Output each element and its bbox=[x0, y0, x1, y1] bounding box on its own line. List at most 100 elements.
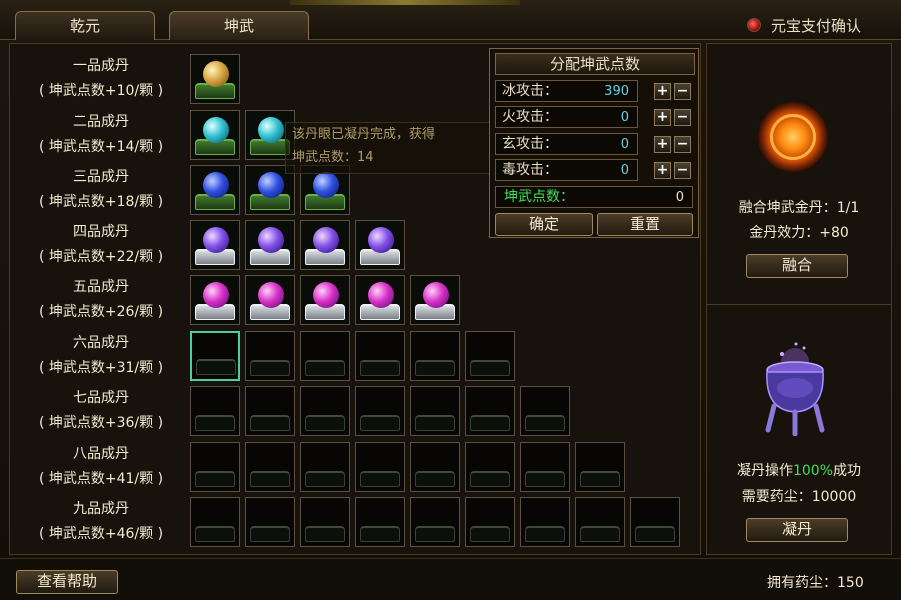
pill-slot-filled[interactable] bbox=[190, 165, 240, 215]
pill-slot-filled[interactable] bbox=[190, 220, 240, 270]
row-name: 七品成丹 bbox=[73, 390, 129, 406]
pill-slot-empty[interactable] bbox=[410, 442, 460, 492]
pill-slot-empty[interactable] bbox=[355, 386, 405, 436]
pill-slot-empty[interactable] bbox=[520, 386, 570, 436]
pill-orb-icon bbox=[203, 61, 229, 87]
tooltip-line1: 该丹眼已凝丹完成，获得 bbox=[292, 127, 436, 142]
pill-tray bbox=[415, 360, 455, 376]
poison-plus-button[interactable]: + bbox=[654, 162, 671, 179]
pill-slot-empty[interactable] bbox=[245, 331, 295, 381]
allocation-panel: 分配坤武点数 冰攻击： 390 + − 火攻击： 0 + − 玄攻击： 0 + … bbox=[489, 48, 699, 238]
tab-qianyuan[interactable]: 乾元 bbox=[15, 11, 155, 40]
fire-attack-label: 火攻击： bbox=[502, 109, 558, 125]
pill-slot-empty[interactable] bbox=[245, 497, 295, 547]
pill-slot-empty[interactable] bbox=[355, 497, 405, 547]
payment-confirm-toggle[interactable]: 元宝支付确认 bbox=[747, 14, 861, 36]
pill-slot-empty[interactable] bbox=[355, 442, 405, 492]
fire-plus-button[interactable]: + bbox=[654, 109, 671, 126]
pill-slot-empty[interactable] bbox=[520, 442, 570, 492]
payment-confirm-label: 元宝支付确认 bbox=[771, 16, 862, 35]
pill-slot-empty[interactable] bbox=[190, 331, 240, 381]
row-name: 八品成丹 bbox=[73, 446, 129, 462]
pill-tray bbox=[305, 526, 345, 542]
pill-slot-empty[interactable] bbox=[300, 386, 350, 436]
pill-slot-empty[interactable] bbox=[410, 331, 460, 381]
row-bonus: ( 坤武点数+22/颗 ) bbox=[38, 249, 164, 265]
row-bonus: ( 坤武点数+18/颗 ) bbox=[38, 194, 164, 210]
pill-slot-filled[interactable] bbox=[300, 220, 350, 270]
pill-slot-filled[interactable] bbox=[245, 275, 295, 325]
pill-slot-empty[interactable] bbox=[465, 442, 515, 492]
pill-slot-empty[interactable] bbox=[465, 386, 515, 436]
pill-slot-empty[interactable] bbox=[465, 331, 515, 381]
golden-pill-ring bbox=[770, 114, 816, 160]
pill-tray bbox=[195, 471, 235, 487]
pill-slot-empty[interactable] bbox=[245, 386, 295, 436]
pill-slot-filled[interactable] bbox=[190, 110, 240, 160]
row-name: 五品成丹 bbox=[73, 279, 129, 295]
top-bar: 乾元 坤武 元宝支付确认 bbox=[0, 0, 901, 40]
pill-slot-filled[interactable] bbox=[245, 220, 295, 270]
pill-slot-empty[interactable] bbox=[410, 386, 460, 436]
refine-success-rate: 100% bbox=[792, 463, 834, 479]
ice-attack-label: 冰攻击： bbox=[502, 83, 558, 99]
pill-slot-filled[interactable] bbox=[190, 54, 240, 104]
refine-button[interactable]: 凝丹 bbox=[746, 518, 848, 542]
pill-tray bbox=[470, 415, 510, 431]
pill-slot-empty[interactable] bbox=[190, 497, 240, 547]
confirm-button[interactable]: 确定 bbox=[495, 213, 593, 236]
side-divider bbox=[706, 304, 892, 305]
tab-kunwu[interactable]: 坤武 bbox=[169, 11, 309, 40]
fire-attack-row: 火攻击： 0 bbox=[495, 106, 638, 128]
pill-slot-empty[interactable] bbox=[245, 442, 295, 492]
cauldron-icon bbox=[765, 342, 825, 436]
ice-attack-row: 冰攻击： 390 bbox=[495, 80, 638, 102]
pill-slot-empty[interactable] bbox=[190, 386, 240, 436]
pill-slot-empty[interactable] bbox=[520, 497, 570, 547]
mystic-minus-button[interactable]: − bbox=[674, 136, 691, 153]
radio-icon[interactable] bbox=[747, 18, 761, 32]
pill-slot-empty[interactable] bbox=[630, 497, 680, 547]
pill-orb-icon bbox=[203, 282, 229, 308]
ice-minus-button[interactable]: − bbox=[674, 83, 691, 100]
pill-slot-filled[interactable] bbox=[355, 220, 405, 270]
pill-tray bbox=[635, 526, 675, 542]
pill-orb-icon bbox=[203, 172, 229, 198]
pill-tray bbox=[250, 471, 290, 487]
bottom-divider bbox=[0, 558, 901, 559]
pill-slot-filled[interactable] bbox=[410, 275, 460, 325]
pill-slot-filled[interactable] bbox=[355, 275, 405, 325]
pill-slot-filled[interactable] bbox=[300, 275, 350, 325]
fire-minus-button[interactable]: − bbox=[674, 109, 691, 126]
poison-minus-button[interactable]: − bbox=[674, 162, 691, 179]
pill-tray bbox=[525, 471, 565, 487]
kunwu-points-value: 0 bbox=[675, 190, 684, 205]
pill-orb-icon bbox=[368, 282, 394, 308]
mystic-plus-button[interactable]: + bbox=[654, 136, 671, 153]
kunwu-points-row: 坤武点数： 0 bbox=[495, 186, 693, 208]
pill-orb-icon bbox=[258, 172, 284, 198]
reset-button[interactable]: 重置 bbox=[597, 213, 693, 236]
mystic-attack-value: 0 bbox=[620, 137, 629, 152]
pill-orb-icon bbox=[313, 227, 339, 253]
pill-slot-empty[interactable] bbox=[300, 331, 350, 381]
refine-operation-status: 凝丹操作100%成功 bbox=[710, 460, 888, 480]
ice-plus-button[interactable]: + bbox=[654, 83, 671, 100]
fusion-golden-pill-count: 融合坤武金丹：1/1 bbox=[738, 200, 860, 216]
pill-slot-empty[interactable] bbox=[355, 331, 405, 381]
fuse-button[interactable]: 融合 bbox=[746, 254, 848, 278]
pill-slot-empty[interactable] bbox=[190, 442, 240, 492]
top-ornament bbox=[290, 0, 520, 5]
pill-slot-empty[interactable] bbox=[410, 497, 460, 547]
mystic-attack-label: 玄攻击： bbox=[502, 136, 558, 152]
window: 乾元 坤武 元宝支付确认 一品成丹 ( 坤武点数+10/颗 ) 二品成丹 ( 坤武点数… bbox=[0, 0, 901, 600]
pill-slot-empty[interactable] bbox=[465, 497, 515, 547]
help-button[interactable]: 查看帮助 bbox=[16, 570, 118, 594]
refine-operation-suffix: 成功 bbox=[833, 463, 862, 479]
pill-slot-filled[interactable] bbox=[190, 275, 240, 325]
pill-slot-empty[interactable] bbox=[300, 497, 350, 547]
refine-operation-prefix: 凝丹操作 bbox=[736, 463, 793, 479]
pill-slot-empty[interactable] bbox=[300, 442, 350, 492]
pill-slot-empty[interactable] bbox=[575, 497, 625, 547]
pill-slot-empty[interactable] bbox=[575, 442, 625, 492]
